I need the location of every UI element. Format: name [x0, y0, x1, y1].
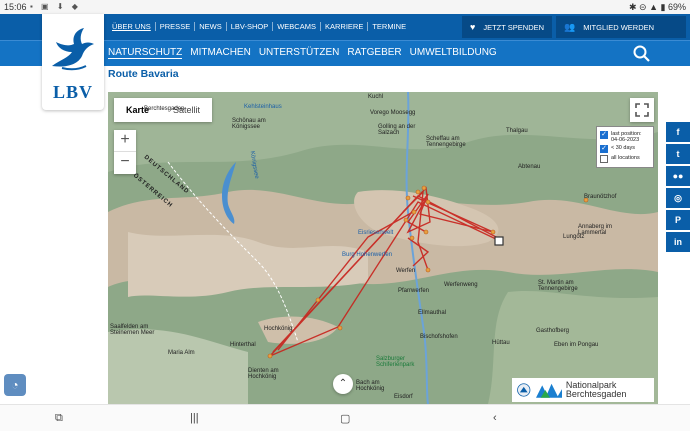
place-label: Dienten am Hochkönig: [248, 368, 279, 380]
place-label: Hinterthal: [230, 342, 256, 348]
place-label: Kehlsteinhaus: [244, 104, 282, 110]
become-member-button[interactable]: 👥 MITGLIED WERDEN: [556, 16, 686, 38]
place-label: Eisdorf: [394, 394, 413, 400]
place-label: Annaberg im Lammertal: [578, 224, 613, 236]
instagram-icon[interactable]: ◎: [666, 188, 690, 208]
place-label: Maria Alm: [168, 350, 195, 356]
twitter-icon[interactable]: t: [666, 144, 690, 164]
notification-icons: ▪ ▣ ⬇ ◆: [30, 2, 81, 11]
place-label: Kuchl: [368, 94, 384, 100]
place-label: Lungötz: [563, 234, 585, 240]
nationalpark-seal-icon: [517, 383, 531, 397]
page-title: Route Bavaria: [108, 68, 179, 80]
flickr-icon[interactable]: ●●: [666, 166, 690, 186]
logo-text: LBV: [52, 82, 93, 102]
home-icon[interactable]: ▢: [340, 412, 350, 425]
nationalpark-branding: Nationalpark Berchtesgaden: [512, 378, 654, 402]
social-sidebar: f t ●● ◎ P in: [666, 122, 690, 254]
bird-logo-icon: [52, 28, 94, 71]
android-nav-bar: ⧉ ||| ▢ ‹: [0, 404, 690, 431]
place-label: Königssee: [248, 150, 260, 180]
place-label: Scheffau am Tennengebirge: [426, 136, 466, 148]
place-label: Hüttau: [492, 340, 510, 346]
topnav-presse[interactable]: PRESSE: [156, 22, 196, 31]
place-label: Saalfelden am Steinernen Meer: [110, 324, 155, 336]
place-label: Thalgau: [506, 128, 528, 134]
route-map[interactable]: Karte Satellit + − ✓ last position: 04-0…: [108, 92, 658, 404]
place-label: Braunötzhof: [584, 194, 617, 200]
place-label: Bach am Hochkönig: [356, 380, 385, 392]
place-label: Abtenau: [518, 164, 541, 170]
nav-umweltbildung[interactable]: UMWELTBILDUNG: [410, 47, 497, 59]
topnav-news[interactable]: NEWS: [195, 22, 227, 31]
place-label: Bischofshofen: [420, 334, 458, 340]
place-label: Burg Hohenwerfen: [342, 252, 393, 258]
place-label: Gasthofberg: [536, 328, 570, 334]
topnav-karriere[interactable]: KARRIERE: [321, 22, 369, 31]
clock: 15:06: [4, 2, 27, 12]
back-icon[interactable]: ‹: [493, 412, 497, 424]
lbv-logo[interactable]: LBV: [42, 14, 104, 110]
cookie-icon: ◔: [11, 378, 19, 392]
mountain-logo-icon: [535, 383, 562, 398]
battery-level: 69%: [667, 2, 686, 12]
nav-mitmachen[interactable]: MITMACHEN: [190, 47, 251, 59]
place-label: Werfen: [396, 268, 416, 274]
facebook-icon[interactable]: f: [666, 122, 690, 142]
top-nav: ÜBER UNS PRESSE NEWS LBV-SHOP WEBCAMS KA…: [108, 22, 410, 31]
place-label: Pfarrwerfen: [398, 288, 430, 294]
search-icon[interactable]: [632, 44, 652, 64]
place-label: Werfenweng: [444, 282, 478, 288]
hand-heart-icon: ♥: [470, 22, 476, 32]
cookie-settings-button[interactable]: ◔: [4, 374, 26, 396]
place-label: Eben im Pongau: [554, 342, 599, 348]
branding-text: Nationalpark Berchtesgaden: [565, 380, 627, 399]
map-labels: Kuchl Berchtesgaden Schönau am Königssee…: [108, 92, 658, 404]
people-icon: 👥: [564, 21, 576, 32]
chevron-up-icon: ⌃: [338, 378, 348, 389]
system-indicators: ✱ ⊝ ▲ ▮ 69%: [629, 2, 686, 13]
place-label: Ellmauthal: [418, 310, 447, 316]
topnav-ueber-uns[interactable]: ÜBER UNS: [108, 22, 156, 31]
topnav-webcams[interactable]: WEBCAMS: [273, 22, 321, 31]
place-label: Vorego Moosegg: [370, 110, 416, 116]
place-label: Eisriesenwelt: [358, 230, 394, 236]
place-label: St. Martin am Tennengebirge: [538, 280, 578, 292]
topnav-termine[interactable]: TERMINE: [368, 22, 410, 31]
member-label: MITGLIED WERDEN: [583, 22, 655, 32]
topnav-shop[interactable]: LBV-SHOP: [227, 22, 274, 31]
nav-ratgeber[interactable]: RATGEBER: [347, 47, 401, 59]
linkedin-icon[interactable]: in: [666, 232, 690, 252]
recents-icon[interactable]: |||: [190, 412, 199, 424]
place-label: Schönau am Königssee: [232, 118, 266, 130]
status-bar: 15:06 ▪ ▣ ⬇ ◆ ✱ ⊝ ▲ ▮ 69%: [0, 0, 690, 14]
place-label: Berchtesgaden: [144, 106, 185, 112]
place-label: Salzburger Schiferienpark: [376, 356, 415, 368]
donate-button[interactable]: ♥ JETZT SPENDEN: [462, 16, 552, 38]
nav-unterstuetzen[interactable]: UNTERSTÜTZEN: [259, 47, 340, 59]
scroll-up-button[interactable]: ⌃: [333, 374, 353, 394]
screenshot-icon[interactable]: ⧉: [55, 412, 63, 425]
pinterest-icon[interactable]: P: [666, 210, 690, 230]
donate-label: JETZT SPENDEN: [483, 22, 545, 32]
place-label: Golling an der Salzach: [378, 124, 416, 136]
place-label: Hochkönig: [264, 326, 293, 332]
signal-icons: ✱ ⊝ ▲ ▮: [629, 2, 666, 12]
nav-naturschutz[interactable]: NATURSCHUTZ: [108, 47, 183, 59]
